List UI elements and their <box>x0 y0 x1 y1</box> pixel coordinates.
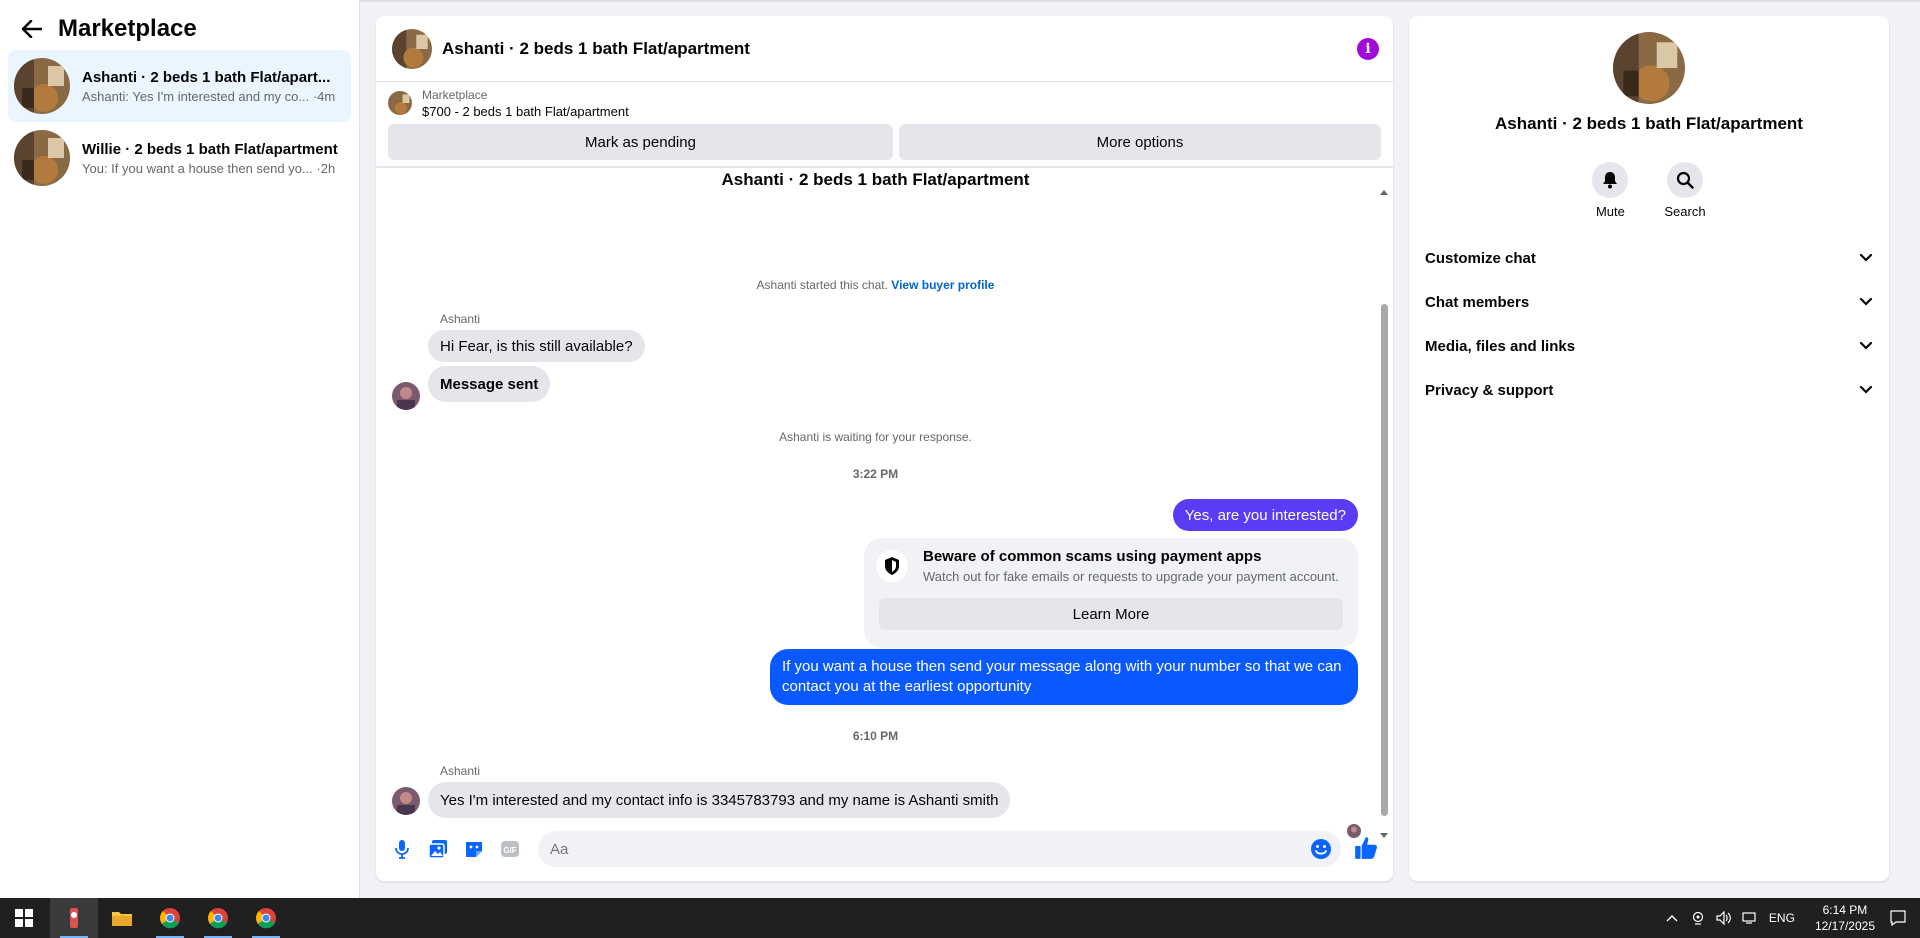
chrome-icon <box>208 908 228 929</box>
learn-more-button[interactable]: Learn More <box>879 598 1343 630</box>
bell-icon <box>1592 162 1629 198</box>
listing-avatar <box>14 58 70 114</box>
taskbar-chrome-3[interactable] <box>242 898 290 938</box>
language-indicator[interactable]: ENG <box>1769 911 1795 925</box>
sidebar-title: Marketplace <box>58 15 197 42</box>
conversation-sidebar: Marketplace Ashanti · 2 beds 1 bath Flat… <box>0 0 360 898</box>
volume-icon[interactable] <box>1714 908 1734 928</box>
chat-started-note: Ashanti started this chat. View buyer pr… <box>756 278 995 292</box>
sender-name: Ashanti <box>440 764 481 778</box>
outgoing-message[interactable]: If you want a house then send your messa… <box>770 649 1358 705</box>
sender-avatar[interactable] <box>392 382 420 410</box>
listing-actions: Mark as pending More options <box>376 124 1393 160</box>
message-thread: Ashanti · 2 beds 1 bath Flat/apartment A… <box>376 170 1375 838</box>
section-chat-members[interactable]: Chat members <box>1425 280 1873 324</box>
conversation-item-willie[interactable]: Willie · 2 beds 1 bath Flat/apartment Yo… <box>8 122 351 194</box>
search-icon <box>1666 162 1703 198</box>
conversation-name: Ashanti · 2 beds 1 bath Flat/apart... <box>82 68 331 86</box>
gif-icon[interactable]: GIF <box>498 837 522 861</box>
scam-warning-card: Beware of common scams using payment app… <box>864 538 1358 648</box>
timestamp: 6:10 PM <box>852 729 899 743</box>
scroll-up-arrow[interactable] <box>1380 190 1388 195</box>
start-button[interactable] <box>0 898 48 938</box>
system-tray: ENG 6:14 PM 12/17/2025 <box>1659 898 1920 938</box>
info-avatar[interactable] <box>1613 32 1685 104</box>
info-actions: Mute Search <box>1409 162 1889 219</box>
windows-logo-icon <box>15 909 33 927</box>
taskbar-app-recorder[interactable] <box>50 898 98 938</box>
search-button[interactable]: Search <box>1664 162 1706 219</box>
back-arrow-icon[interactable] <box>20 17 44 41</box>
timestamp: 3:22 PM <box>852 467 899 481</box>
listing-category: Marketplace <box>422 87 488 102</box>
header-divider <box>376 160 1393 168</box>
mute-button[interactable]: Mute <box>1592 162 1629 219</box>
thumbs-up-icon[interactable] <box>1353 835 1381 863</box>
camera-icon[interactable] <box>1688 908 1708 928</box>
taskbar-chrome-1[interactable] <box>146 898 194 938</box>
notifications-icon[interactable] <box>1888 908 1908 928</box>
conversation-preview: Ashanti: Yes I'm interested and my co...… <box>82 88 336 104</box>
taskbar-file-explorer[interactable] <box>98 898 146 938</box>
photo-icon[interactable] <box>426 837 450 861</box>
listing-thumbnail <box>388 91 412 115</box>
scroll-thumb[interactable] <box>1381 304 1388 816</box>
listing-summary[interactable]: Marketplace $700 - 2 beds 1 bath Flat/ap… <box>376 82 1393 124</box>
search-label: Search <box>1664 204 1706 219</box>
chat-title[interactable]: Ashanti · 2 beds 1 bath Flat/apartment <box>442 39 1357 59</box>
thread-title: Ashanti · 2 beds 1 bath Flat/apartment <box>721 170 1030 189</box>
taskbar-clock[interactable]: 6:14 PM 12/17/2025 <box>1815 902 1875 934</box>
incoming-message[interactable]: Message sent <box>428 366 551 402</box>
sender-name: Ashanti <box>440 312 481 326</box>
sender-avatar[interactable] <box>392 787 420 815</box>
section-media-files-links[interactable]: Media, files and links <box>1425 324 1873 368</box>
scam-warning-title: Beware of common scams using payment app… <box>923 548 1262 565</box>
emoji-icon[interactable] <box>1309 837 1333 861</box>
shield-icon <box>876 550 908 582</box>
info-name: Ashanti · 2 beds 1 bath Flat/apartment <box>1495 114 1803 133</box>
listing-avatar <box>14 130 70 186</box>
conversation-info-panel: Ashanti · 2 beds 1 bath Flat/apartment M… <box>1409 16 1889 881</box>
folder-icon <box>112 912 132 926</box>
chevron-down-icon <box>1859 253 1873 262</box>
section-privacy-support[interactable]: Privacy & support <box>1425 368 1873 412</box>
chat-panel: Ashanti · 2 beds 1 bath Flat/apartment i… <box>376 16 1393 881</box>
more-options-button[interactable]: More options <box>899 124 1381 160</box>
windows-taskbar: ENG 6:14 PM 12/17/2025 <box>0 898 1920 938</box>
section-customize-chat[interactable]: Customize chat <box>1425 236 1873 280</box>
conversation-preview: You: If you want a house then send yo...… <box>82 160 336 176</box>
outgoing-message[interactable]: Yes, are you interested? <box>1172 499 1358 531</box>
conversation-name: Willie · 2 beds 1 bath Flat/apartment <box>82 140 338 158</box>
waiting-note: Ashanti is waiting for your response. <box>779 430 972 444</box>
chevron-up-icon[interactable] <box>1662 908 1682 928</box>
clock-date: 12/17/2025 <box>1814 919 1875 933</box>
svg-text:GIF: GIF <box>503 846 516 855</box>
view-buyer-profile-link[interactable]: View buyer profile <box>891 278 994 292</box>
thread-scrollbar[interactable] <box>1379 188 1389 840</box>
chat-header: Ashanti · 2 beds 1 bath Flat/apartment i <box>376 16 1393 82</box>
chevron-down-icon <box>1859 385 1873 394</box>
chrome-icon <box>256 908 276 929</box>
conversation-item-ashanti[interactable]: Ashanti · 2 beds 1 bath Flat/apart... As… <box>8 50 351 122</box>
incoming-message[interactable]: Hi Fear, is this still available? <box>428 330 645 362</box>
info-icon[interactable]: i <box>1357 37 1379 60</box>
chrome-icon <box>160 908 180 929</box>
message-input[interactable] <box>538 831 1341 867</box>
network-icon[interactable] <box>1740 908 1760 928</box>
clock-time: 6:14 PM <box>1822 903 1868 917</box>
taskbar-chrome-2[interactable] <box>194 898 242 938</box>
app-icon <box>70 908 78 928</box>
message-composer: GIF <box>376 817 1393 881</box>
incoming-message[interactable]: Yes I'm interested and my contact info i… <box>428 782 1011 818</box>
listing-title: $700 - 2 beds 1 bath Flat/apartment <box>422 103 629 119</box>
chat-avatar[interactable] <box>392 28 432 69</box>
scam-warning-subtitle: Watch out for fake emails or requests to… <box>923 569 1339 584</box>
sticker-icon[interactable] <box>462 837 486 861</box>
microphone-icon[interactable] <box>390 837 414 861</box>
mark-as-pending-button[interactable]: Mark as pending <box>388 124 893 160</box>
chevron-down-icon <box>1859 341 1873 350</box>
mute-label: Mute <box>1595 204 1625 219</box>
chevron-down-icon <box>1859 297 1873 306</box>
